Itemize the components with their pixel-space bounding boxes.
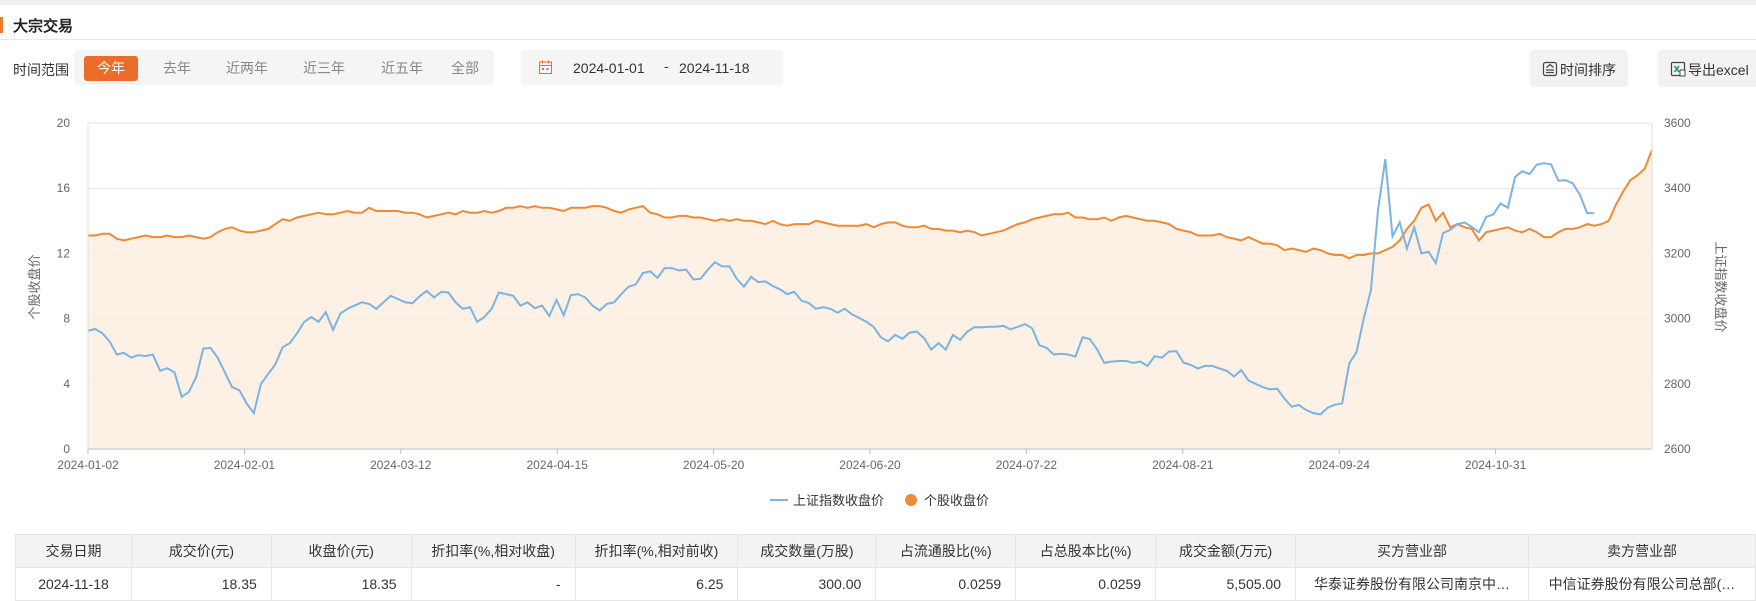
col-header-volume[interactable]: 成交数量(万股) <box>737 534 877 568</box>
col-header-discount-prev[interactable]: 折扣率(%,相对前收) <box>574 534 739 568</box>
cell-discount-close: - <box>410 567 576 601</box>
cell-buyer[interactable]: 华泰证券股份有限公司南京中… <box>1294 567 1529 601</box>
x-tick-label: 2024-07-22 <box>996 458 1058 472</box>
table-header-row: 交易日期 成交价(元) 收盘价(元) 折扣率(%,相对收盘) 折扣率(%,相对前… <box>15 534 1756 568</box>
legend: 上证指数收盘价 个股收盘价 <box>770 493 989 508</box>
x-tick-label: 2024-05-20 <box>683 458 745 472</box>
y-tick-left-label: 16 <box>57 181 71 195</box>
y-tick-right-label: 2600 <box>1664 442 1691 456</box>
x-tick-label: 2024-03-12 <box>370 458 432 472</box>
cell-total-ratio: 0.0259 <box>1015 567 1157 601</box>
y-tick-left-label: 8 <box>63 312 70 326</box>
col-header-float-ratio[interactable]: 占流通股比(%) <box>875 534 1017 568</box>
y-axis-right-label: 上证指数收盘价 <box>1713 241 1728 332</box>
cell-volume: 300.00 <box>737 567 877 601</box>
x-tick-label: 2024-08-21 <box>1152 458 1214 472</box>
col-header-trade-date[interactable]: 交易日期 <box>15 534 132 568</box>
col-header-seller[interactable]: 卖方营业部 <box>1527 534 1756 568</box>
legend-index-label: 上证指数收盘价 <box>793 493 884 508</box>
block-trade-table: 交易日期 成交价(元) 收盘价(元) 折扣率(%,相对收盘) 折扣率(%,相对前… <box>15 534 1756 601</box>
x-tick-label: 2024-04-15 <box>527 458 589 472</box>
y-tick-right-label: 2800 <box>1664 377 1691 391</box>
x-tick-label: 2024-10-31 <box>1465 458 1527 472</box>
legend-stock-label: 个股收盘价 <box>924 493 989 508</box>
cell-amount: 5,505.00 <box>1155 567 1296 601</box>
y-tick-right-label: 3200 <box>1664 246 1691 260</box>
col-header-deal-price[interactable]: 成交价(元) <box>130 534 272 568</box>
cell-trade-date: 2024-11-18 <box>15 567 132 601</box>
cell-discount-prev: 6.25 <box>574 567 739 601</box>
col-header-total-ratio[interactable]: 占总股本比(%) <box>1015 534 1157 568</box>
y-axis-left-label: 个股收盘价 <box>27 254 42 319</box>
cell-float-ratio: 0.0259 <box>875 567 1017 601</box>
y-tick-right-label: 3600 <box>1664 116 1691 130</box>
stock-close-area <box>88 149 1652 449</box>
y-tick-left-label: 4 <box>63 377 70 391</box>
table-row: 2024-11-18 18.35 18.35 - 6.25 300.00 0.0… <box>15 567 1756 601</box>
col-header-buyer[interactable]: 买方营业部 <box>1294 534 1529 568</box>
legend-item-stock[interactable]: 个股收盘价 <box>905 493 989 508</box>
legend-stock-swatch <box>905 494 917 506</box>
col-header-discount-close[interactable]: 折扣率(%,相对收盘) <box>410 534 576 568</box>
price-chart: 0 4 8 12 16 20 2600 2800 3000 3200 3400 3600 2024-01… <box>27 116 1728 508</box>
col-header-close-price[interactable]: 收盘价(元) <box>270 534 412 568</box>
y-tick-left-label: 12 <box>57 246 71 260</box>
cell-seller[interactable]: 中信证券股份有限公司总部(… <box>1527 567 1756 601</box>
y-tick-left-label: 20 <box>57 116 71 130</box>
x-tick-label: 2024-06-20 <box>839 458 901 472</box>
legend-item-index[interactable]: 上证指数收盘价 <box>770 493 884 508</box>
y-tick-right-label: 3000 <box>1664 312 1691 326</box>
cell-close-price: 18.35 <box>270 567 412 601</box>
y-tick-left-label: 0 <box>63 442 70 456</box>
x-tick-label: 2024-01-02 <box>57 458 119 472</box>
cell-deal-price: 18.35 <box>130 567 272 601</box>
x-tick-label: 2024-02-01 <box>214 458 276 472</box>
x-tick-label: 2024-09-24 <box>1309 458 1371 472</box>
col-header-amount[interactable]: 成交金额(万元) <box>1155 534 1296 568</box>
y-tick-right-label: 3400 <box>1664 181 1691 195</box>
